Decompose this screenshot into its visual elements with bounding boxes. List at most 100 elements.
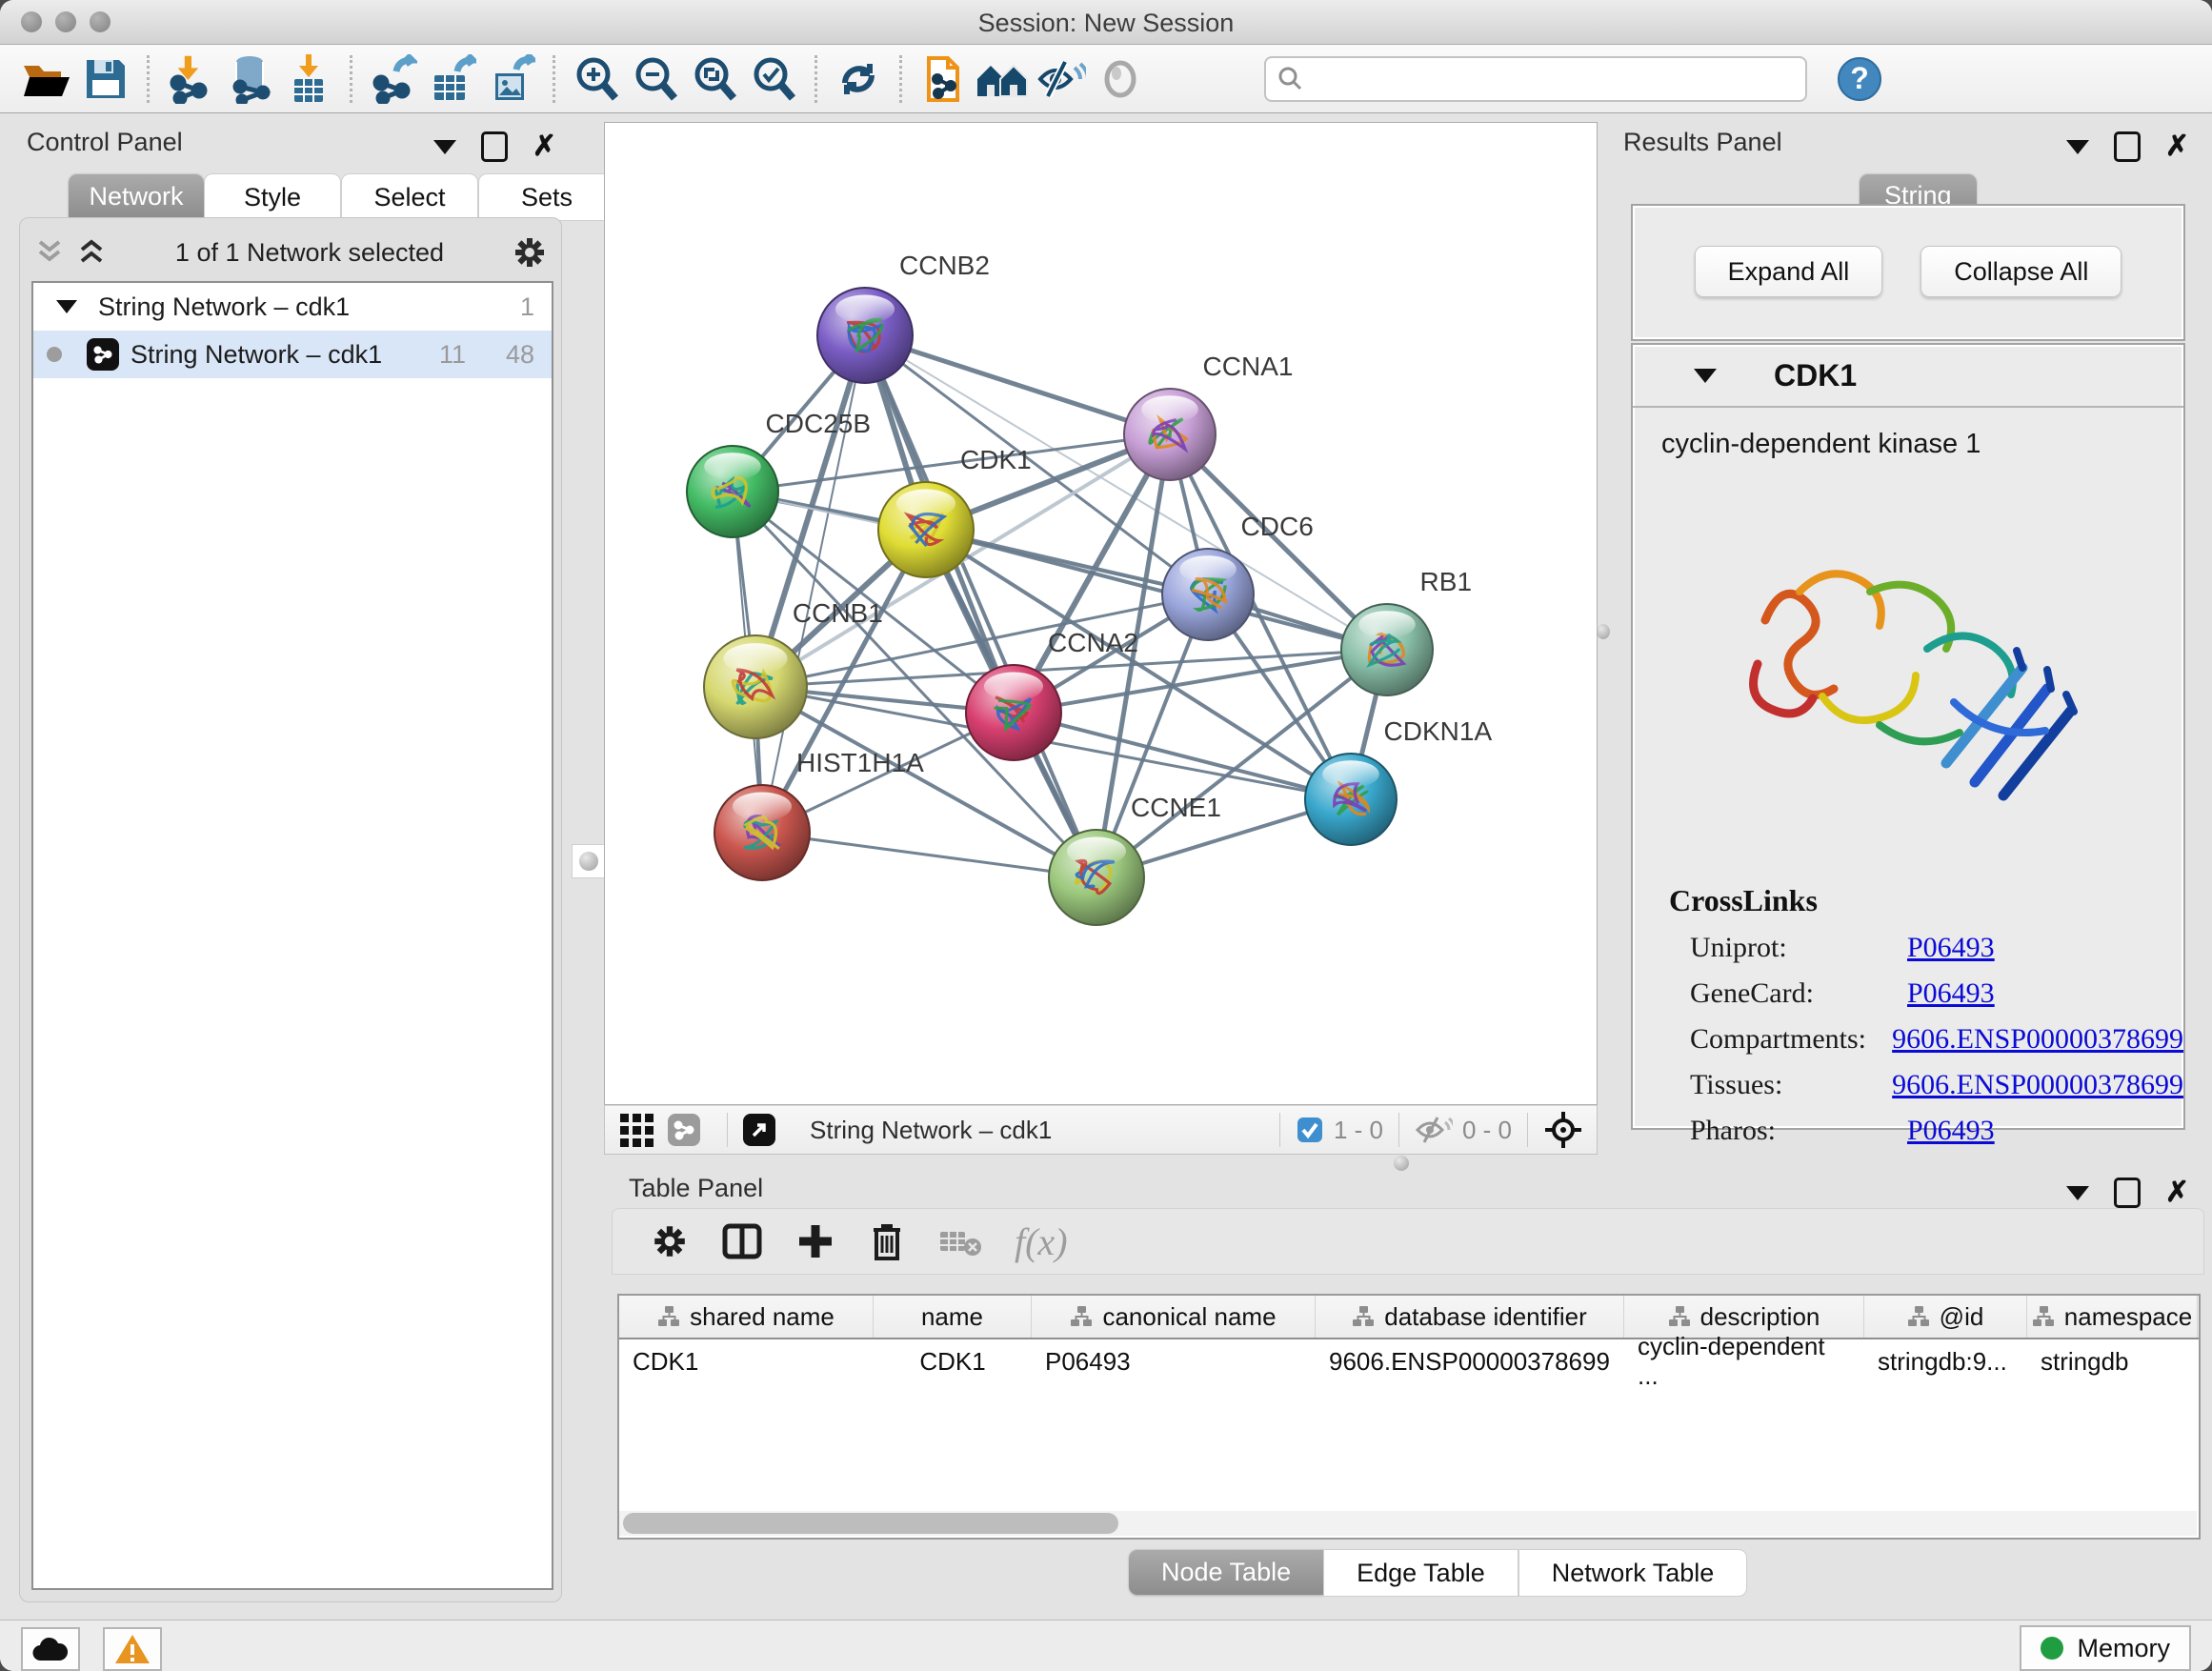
collapse-gene-icon[interactable] <box>1694 369 1717 383</box>
zoom-out-button[interactable] <box>626 51 685 107</box>
tab-sets[interactable]: Sets <box>478 173 615 221</box>
tab-select[interactable]: Select <box>341 173 478 221</box>
home-button[interactable] <box>973 51 1032 107</box>
search-icon <box>1277 66 1302 91</box>
help-button[interactable]: ? <box>1830 51 1889 107</box>
float-panel-icon[interactable] <box>2114 1178 2141 1208</box>
network-node-CDK1[interactable]: CDK1 <box>878 445 1032 577</box>
panel-menu-icon[interactable] <box>2066 1186 2089 1200</box>
float-panel-icon[interactable] <box>2114 131 2141 162</box>
collapse-all-icon[interactable] <box>33 238 66 267</box>
network-tree-row[interactable]: String Network – cdk11 <box>33 283 552 331</box>
cloud-status-button[interactable] <box>21 1627 80 1671</box>
column-header-namespace[interactable]: namespace <box>2027 1296 2198 1338</box>
open-in-browser-icon[interactable] <box>743 1114 775 1146</box>
panel-menu-icon[interactable] <box>2066 140 2089 154</box>
crosslink-url[interactable]: P06493 <box>1907 977 1995 1010</box>
network-node-CCNE1[interactable]: CCNE1 <box>1049 793 1221 925</box>
zoom-fit-button[interactable] <box>685 51 744 107</box>
network-tree-row[interactable]: String Network – cdk11148 <box>33 331 552 378</box>
delete-table-icon <box>938 1224 982 1258</box>
import-network-button[interactable] <box>161 51 220 107</box>
close-panel-icon[interactable]: ✗ <box>533 132 556 161</box>
search-input[interactable] <box>1264 56 1807 102</box>
crosslink-url[interactable]: P06493 <box>1907 1115 1995 1147</box>
network-node-CCNB1[interactable]: CCNB1 <box>704 598 883 738</box>
string-network-graph[interactable]: CCNB2CCNA1CDC25BCDK1CDC6RB1CCNB1CCNA2CDK… <box>605 123 1597 1104</box>
node-label: CDK1 <box>960 445 1032 474</box>
tab-node-table[interactable]: Node Table <box>1129 1549 1323 1595</box>
node-label: CCNA1 <box>1203 352 1294 381</box>
expand-all-icon[interactable] <box>75 238 108 267</box>
disclosure-triangle-icon[interactable] <box>56 300 77 313</box>
network-node-CDKN1A[interactable]: CDKN1A <box>1305 716 1492 845</box>
import-database-button[interactable] <box>220 51 279 107</box>
gene-symbol: CDK1 <box>1774 358 1857 393</box>
column-header-name[interactable]: name <box>874 1296 1032 1338</box>
column-header--id[interactable]: @id <box>1864 1296 2027 1338</box>
memory-status-button[interactable]: Memory <box>2020 1625 2191 1671</box>
import-table-button[interactable] <box>279 51 338 107</box>
panel-menu-icon[interactable] <box>433 140 456 154</box>
network-node-CCNA1[interactable]: CCNA1 <box>1124 352 1293 480</box>
network-node-RB1[interactable]: RB1 <box>1341 567 1472 695</box>
crosslinks-list: Uniprot:P06493GeneCard:P06493Compartment… <box>1633 932 2183 1147</box>
fit-selected-crosshair-icon[interactable] <box>1543 1110 1583 1150</box>
collection-count: 1 <box>520 292 534 322</box>
float-panel-icon[interactable] <box>481 131 508 162</box>
network-edge[interactable] <box>865 335 1096 877</box>
table-cell: P06493 <box>1032 1339 1316 1383</box>
warning-status-button[interactable] <box>103 1627 162 1671</box>
export-table-icon <box>429 54 476 104</box>
column-header-canonical-name[interactable]: canonical name <box>1032 1296 1316 1338</box>
node-label: CDC25B <box>766 409 871 438</box>
network-node-CCNB2[interactable]: CCNB2 <box>817 251 990 383</box>
export-network-button[interactable] <box>364 51 423 107</box>
toolbar-separator <box>899 55 902 103</box>
network-node-HIST1H1A[interactable]: HIST1H1A <box>714 748 924 880</box>
zoom-selected-button[interactable] <box>744 51 803 107</box>
vertical-splitter-handle[interactable] <box>572 844 606 878</box>
export-image-button[interactable] <box>482 51 541 107</box>
crosslink-url[interactable]: P06493 <box>1907 932 1995 964</box>
close-panel-icon[interactable]: ✗ <box>2165 1178 2189 1207</box>
open-session-button[interactable] <box>17 51 76 107</box>
tab-style[interactable]: Style <box>204 173 341 221</box>
node-label: CCNA2 <box>1048 628 1138 657</box>
table-options-gear-icon[interactable] <box>651 1222 689 1260</box>
collapse-all-button[interactable]: Collapse All <box>1920 246 2122 297</box>
expand-all-button[interactable]: Expand All <box>1695 246 1883 297</box>
export-table-button[interactable] <box>423 51 482 107</box>
tab-edge-table[interactable]: Edge Table <box>1323 1549 1518 1597</box>
column-header-shared-name[interactable]: shared name <box>619 1296 874 1338</box>
column-header-database-identifier[interactable]: database identifier <box>1316 1296 1624 1338</box>
help-icon: ? <box>1837 56 1882 102</box>
first-neighbors-button[interactable] <box>914 51 973 107</box>
birdseye-grid-icon[interactable] <box>620 1114 654 1147</box>
open-folder-icon <box>22 58 71 100</box>
network-node-CDC25B[interactable]: CDC25B <box>687 409 871 537</box>
network-edge[interactable] <box>926 530 1387 650</box>
add-column-icon[interactable] <box>795 1221 835 1261</box>
delete-column-icon[interactable] <box>868 1220 906 1262</box>
update-network-button[interactable] <box>829 51 888 107</box>
hide-panel-button[interactable] <box>1032 51 1091 107</box>
table-horizontal-scrollbar[interactable] <box>619 1511 2197 1536</box>
save-session-button[interactable] <box>76 51 135 107</box>
crosslink-row: GeneCard:P06493 <box>1690 977 2183 1010</box>
close-panel-icon[interactable]: ✗ <box>2165 132 2189 161</box>
network-canvas[interactable]: CCNB2CCNA1CDC25BCDK1CDC6RB1CCNB1CCNA2CDK… <box>604 122 1598 1105</box>
crosslink-url[interactable]: 9606.ENSP00000378699 <box>1892 1023 2183 1056</box>
selected-node-edge-counts: 1 - 0 <box>1334 1116 1383 1145</box>
show-columns-icon[interactable] <box>721 1220 763 1262</box>
table-row[interactable]: CDK1CDK1P064939606.ENSP00000378699cyclin… <box>619 1339 2199 1383</box>
network-edge[interactable] <box>762 833 1096 877</box>
network-options-gear-icon[interactable] <box>512 234 548 271</box>
show-panel-button[interactable] <box>1091 51 1150 107</box>
tab-network-table[interactable]: Network Table <box>1518 1549 1748 1597</box>
zoom-in-button[interactable] <box>567 51 626 107</box>
tab-network[interactable]: Network <box>69 173 204 219</box>
crosslink-url[interactable]: 9606.ENSP00000378699 <box>1892 1069 2183 1101</box>
vertical-splitter-handle-right[interactable] <box>1597 615 1610 648</box>
zoom-selected-icon <box>750 55 797 103</box>
